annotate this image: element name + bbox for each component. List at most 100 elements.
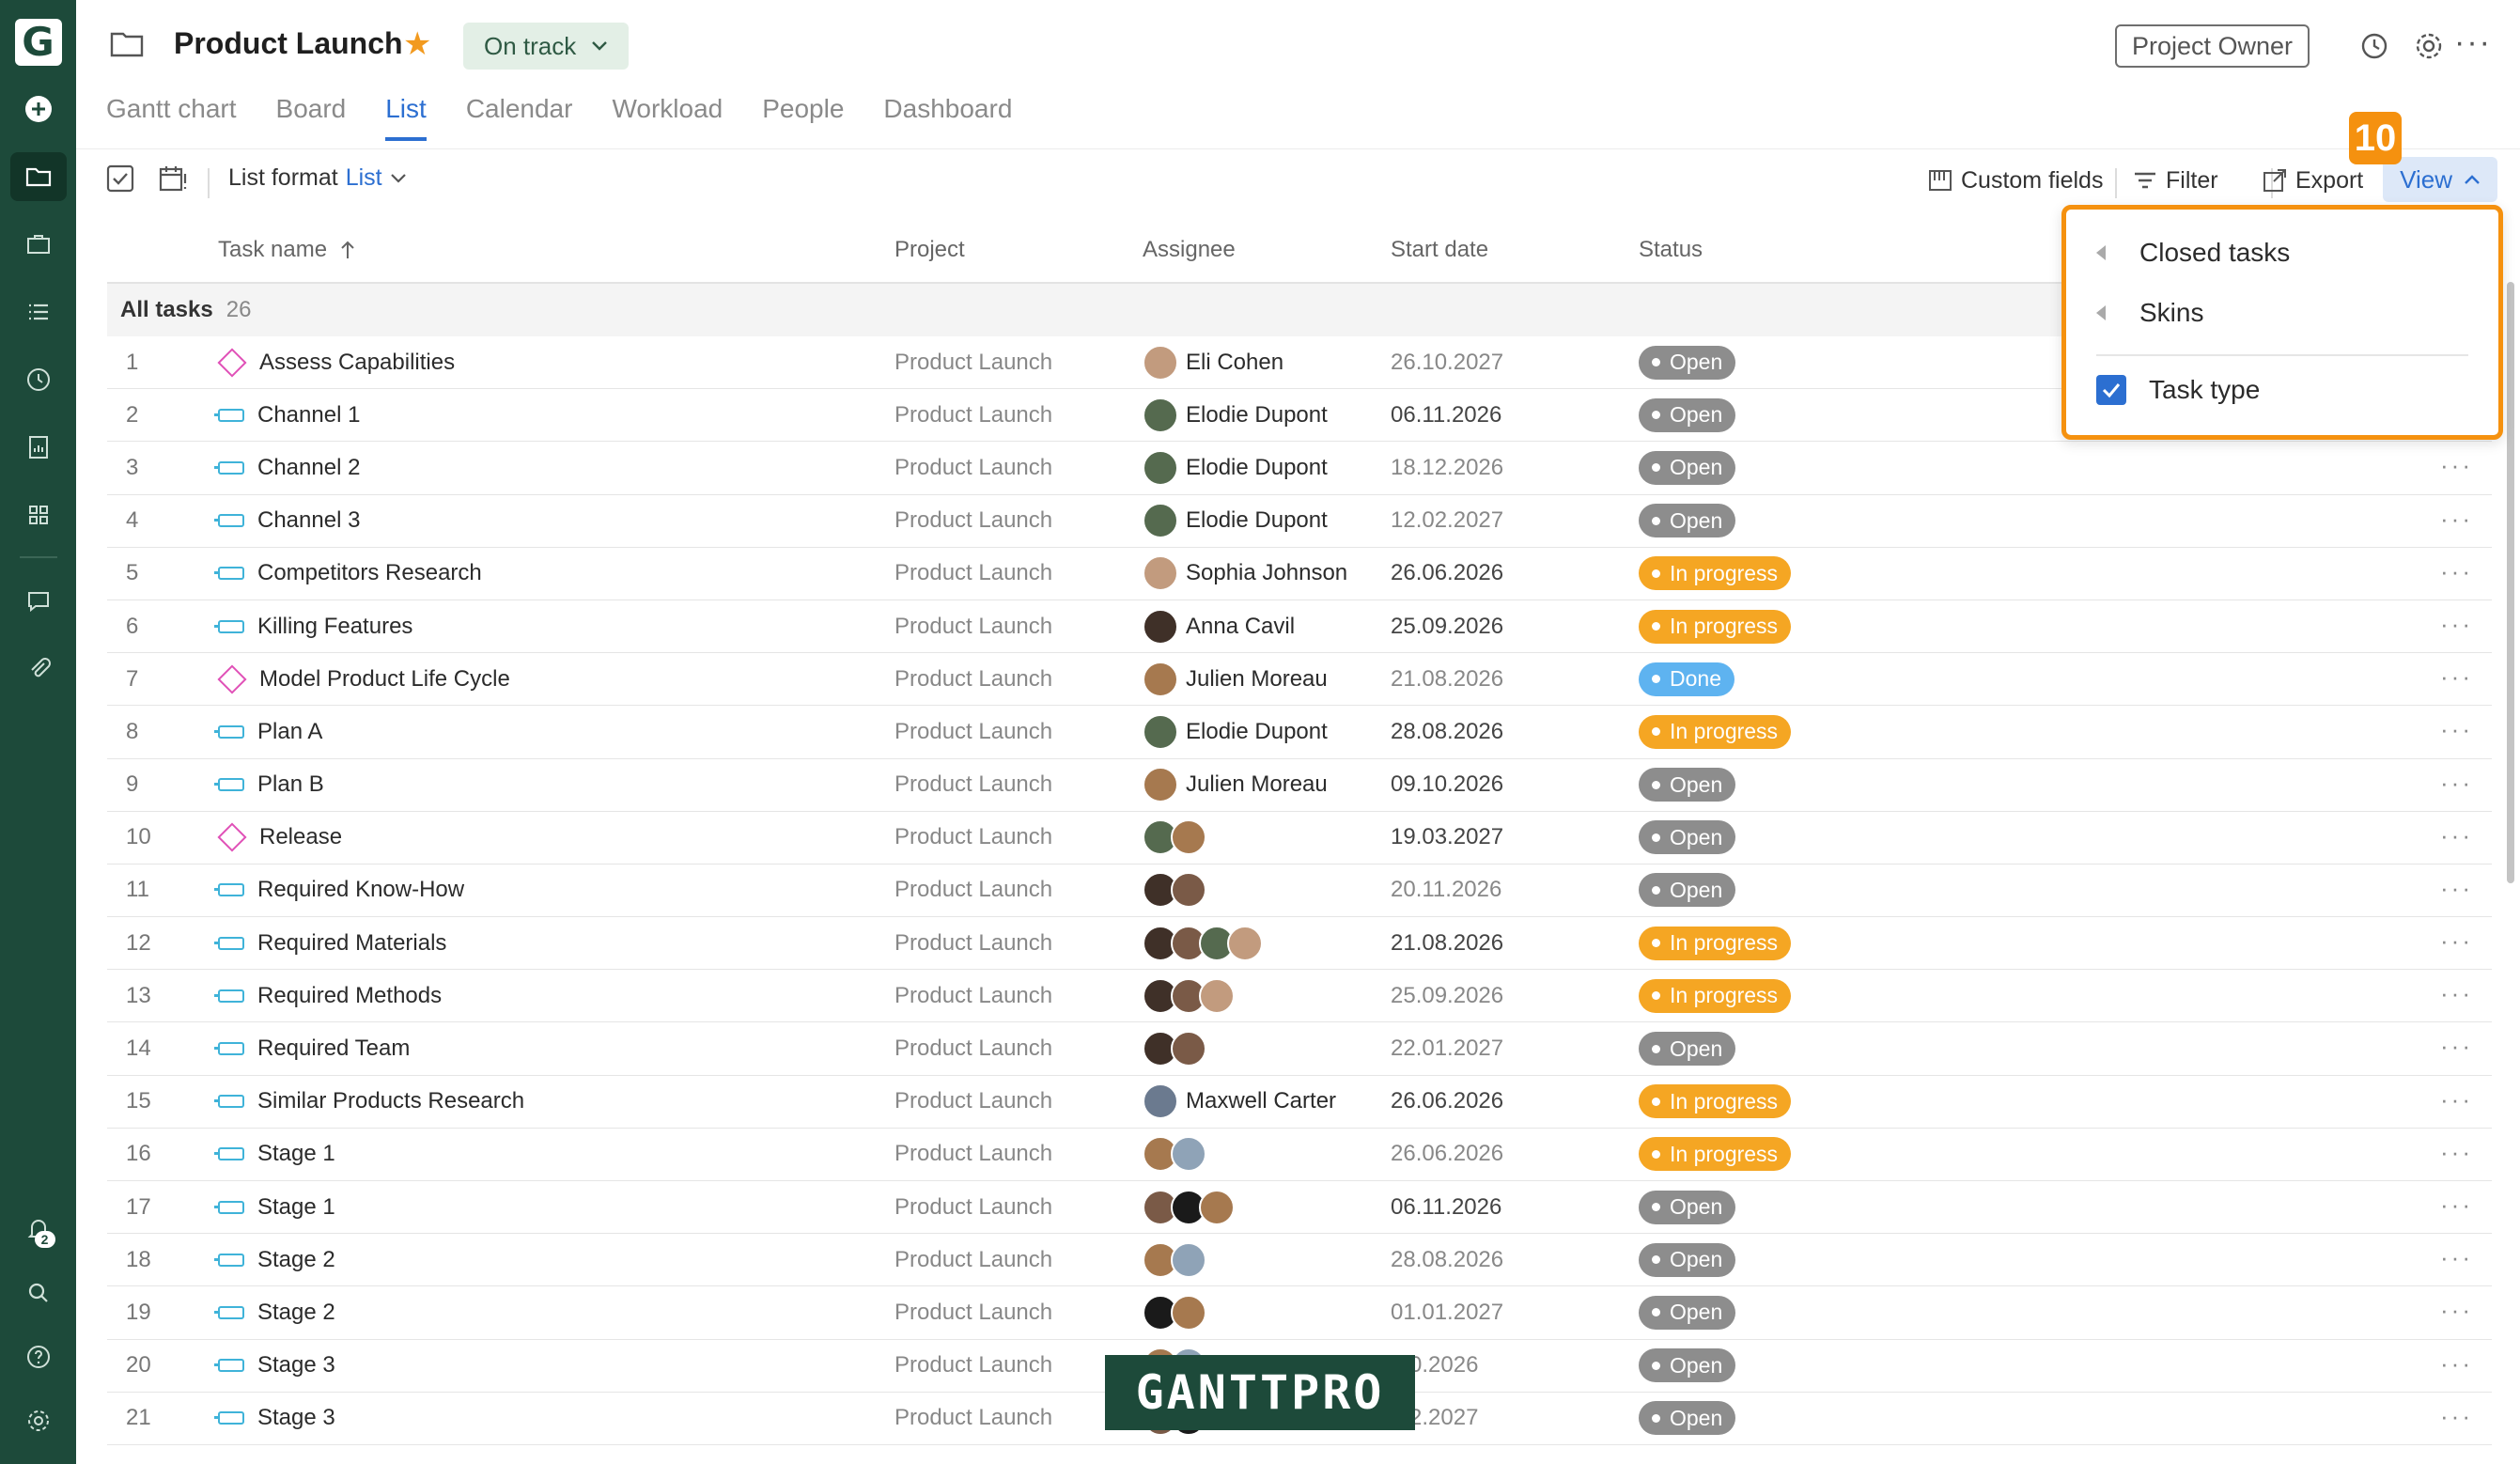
task-name-cell[interactable]: Killing Features (214, 614, 894, 640)
project-title[interactable]: Product Launch (174, 26, 403, 61)
table-row[interactable]: 3 Channel 2 Product Launch Elodie Dupont… (107, 442, 2492, 495)
status-cell[interactable]: In progress (1639, 1137, 1921, 1172)
status-cell[interactable]: Open (1639, 1242, 1921, 1277)
table-row[interactable]: 10 Release Product Launch 19.03.2027 Ope… (107, 811, 2492, 864)
row-more-options-icon[interactable]: ··· (2440, 1402, 2473, 1431)
status-badge[interactable]: Open (1639, 1032, 1736, 1067)
start-date-cell[interactable]: 26.06.2026 (1391, 1141, 1639, 1167)
row-more-options-icon[interactable]: ··· (2440, 874, 2473, 903)
portfolio-briefcase-icon[interactable] (10, 220, 67, 269)
assignee-cell[interactable]: Elodie Dupont (1143, 713, 1391, 750)
task-name-cell[interactable]: Stage 3 (214, 1405, 894, 1431)
row-more-options-icon[interactable]: ··· (2440, 1138, 2473, 1167)
checkbox-select-icon[interactable] (104, 163, 136, 195)
row-more-options-icon[interactable]: ··· (2440, 1296, 2473, 1325)
time-clock-icon[interactable] (10, 355, 67, 404)
start-date-cell[interactable]: .02.2027 (1391, 1405, 1639, 1431)
table-row[interactable]: 15 Similar Products Research Product Lau… (107, 1075, 2492, 1129)
start-date-cell[interactable]: 26.10.2027 (1391, 350, 1639, 376)
status-cell[interactable]: Open (1639, 1295, 1921, 1330)
more-options-icon[interactable]: ··· (2454, 24, 2492, 61)
status-badge[interactable]: Open (1639, 504, 1736, 538)
assignee-cell[interactable] (1143, 1189, 1391, 1225)
start-date-cell[interactable]: 22.01.2027 (1391, 1036, 1639, 1062)
apps-grid-icon[interactable] (10, 491, 67, 539)
table-row[interactable]: 6 Killing Features Product Launch Anna C… (107, 600, 2492, 654)
assignee-cell[interactable]: Maxwell Carter (1143, 1083, 1391, 1120)
task-name-cell[interactable]: Assess Capabilities (217, 348, 894, 378)
table-row[interactable]: 12 Required Materials Product Launch 21.… (107, 917, 2492, 971)
status-badge[interactable]: Open (1639, 873, 1736, 908)
status-badge[interactable]: In progress (1639, 1084, 1792, 1119)
favorite-star-icon[interactable]: ★ (403, 28, 431, 60)
column-header-start-date[interactable]: Start date (1391, 237, 1488, 263)
history-icon[interactable] (2358, 30, 2390, 62)
assignee-cell[interactable]: Eli Cohen (1143, 344, 1391, 381)
row-more-options-icon[interactable]: ··· (2440, 715, 2473, 744)
filter-button[interactable]: Filter (2132, 163, 2218, 198)
project-owner-button[interactable]: Project Owner (2114, 24, 2310, 68)
status-cell[interactable]: Open (1639, 820, 1921, 855)
row-more-options-icon[interactable]: ··· (2440, 505, 2473, 534)
task-name-cell[interactable]: Channel 2 (214, 455, 894, 481)
tab-gantt-chart[interactable]: Gantt chart (106, 94, 237, 141)
status-cell[interactable]: Open (1639, 397, 1921, 432)
task-name-cell[interactable]: Stage 2 (214, 1300, 894, 1326)
projects-folder-icon[interactable] (9, 152, 67, 201)
status-badge[interactable]: Done (1639, 662, 1734, 696)
assignee-cell[interactable] (1143, 977, 1391, 1014)
add-icon[interactable] (10, 85, 67, 133)
start-date-cell[interactable]: 25.09.2026 (1391, 614, 1639, 640)
task-name-cell[interactable]: Plan B (214, 771, 894, 798)
tasks-list-icon[interactable] (10, 288, 67, 336)
status-cell[interactable]: Open (1639, 450, 1921, 485)
assignee-cell[interactable]: Elodie Dupont (1143, 449, 1391, 486)
tab-list[interactable]: List (385, 94, 427, 141)
row-more-options-icon[interactable]: ··· (2440, 979, 2473, 1008)
status-badge[interactable]: Open (1639, 820, 1736, 855)
assignee-cell[interactable] (1143, 819, 1391, 856)
status-cell[interactable]: In progress (1639, 978, 1921, 1013)
task-name-cell[interactable]: Required Team (214, 1036, 894, 1062)
row-more-options-icon[interactable]: ··· (2440, 1349, 2473, 1378)
status-cell[interactable]: Open (1639, 345, 1921, 380)
assignee-cell[interactable]: Anna Cavil (1143, 608, 1391, 645)
ganttpro-logo[interactable]: G (14, 19, 62, 66)
tab-calendar[interactable]: Calendar (466, 94, 573, 141)
row-more-options-icon[interactable]: ··· (2440, 1191, 2473, 1220)
assignee-cell[interactable] (1143, 1136, 1391, 1173)
task-name-cell[interactable]: Stage 1 (214, 1141, 894, 1167)
reports-icon[interactable] (10, 423, 67, 472)
calendar-alert-icon[interactable] (157, 163, 189, 195)
menu-item-task-type[interactable]: Task type (2096, 375, 2260, 405)
row-more-options-icon[interactable]: ··· (2440, 1032, 2473, 1061)
settings-gear-icon[interactable] (10, 1396, 67, 1445)
tab-people[interactable]: People (762, 94, 844, 141)
status-badge[interactable]: In progress (1639, 926, 1792, 960)
table-row[interactable]: 17 Stage 1 Product Launch 06.11.2026 Ope… (107, 1181, 2492, 1235)
status-badge[interactable]: Open (1639, 1242, 1736, 1277)
row-more-options-icon[interactable]: ··· (2440, 557, 2473, 586)
row-more-options-icon[interactable]: ··· (2440, 1085, 2473, 1114)
task-name-cell[interactable]: Stage 3 (214, 1352, 894, 1378)
start-date-cell[interactable]: 25.09.2026 (1391, 983, 1639, 1009)
status-cell[interactable]: In progress (1639, 1084, 1921, 1119)
search-icon[interactable] (10, 1269, 67, 1317)
status-cell[interactable]: In progress (1639, 926, 1921, 960)
start-date-cell[interactable]: 21.08.2026 (1391, 666, 1639, 693)
status-cell[interactable]: In progress (1639, 714, 1921, 749)
start-date-cell[interactable]: 28.08.2026 (1391, 1247, 1639, 1273)
custom-fields-button[interactable]: Custom fields (1927, 163, 2103, 198)
start-date-cell[interactable]: 20.11.2026 (1391, 877, 1639, 903)
menu-item-skins[interactable]: Skins (2096, 298, 2203, 328)
row-more-options-icon[interactable]: ··· (2440, 451, 2473, 480)
table-row[interactable]: 13 Required Methods Product Launch 25.09… (107, 970, 2492, 1023)
assignee-cell[interactable] (1143, 872, 1391, 909)
start-date-cell[interactable]: 06.11.2026 (1391, 1194, 1639, 1221)
status-badge[interactable]: Open (1639, 768, 1736, 802)
start-date-cell[interactable]: 26.06.2026 (1391, 1088, 1639, 1114)
table-row[interactable]: 5 Competitors Research Product Launch So… (107, 547, 2492, 600)
help-icon[interactable] (10, 1332, 67, 1381)
status-badge[interactable]: In progress (1639, 978, 1792, 1013)
table-row[interactable]: 16 Stage 1 Product Launch 26.06.2026 In … (107, 1128, 2492, 1181)
